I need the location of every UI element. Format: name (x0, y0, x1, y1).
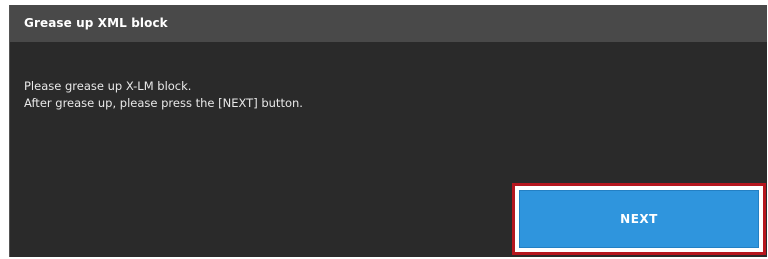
next-button[interactable]: NEXT (519, 190, 759, 248)
message-line-1: Please grease up X-LM block. (24, 79, 192, 93)
message-line-2: After grease up, please press the [NEXT]… (24, 96, 303, 110)
dialog-header: Grease up XML block (10, 5, 767, 42)
dialog-title: Grease up XML block (24, 16, 168, 30)
next-button-highlight: NEXT (512, 183, 766, 255)
dialog-message: Please grease up X-LM block. After greas… (24, 78, 303, 112)
